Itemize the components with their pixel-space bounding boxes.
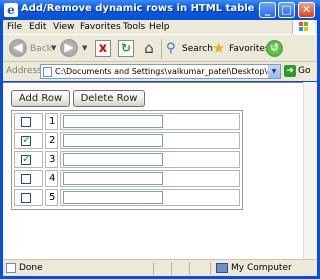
add-row-button[interactable]: Add Row <box>11 90 70 107</box>
row-number: 3 <box>49 154 56 165</box>
address-input[interactable]: C:\Documents and Settings\valkumar_patel… <box>40 64 281 79</box>
table-row: 5 <box>14 188 240 207</box>
row-text-input[interactable] <box>63 153 163 166</box>
toolbar: ◀ Back ▼ ▶ ▼ x ↻ ⌂ ⚲ Search ★ Favorites … <box>3 34 317 62</box>
menu-view[interactable]: View <box>53 22 74 32</box>
row-text-input[interactable] <box>63 172 163 185</box>
stop-icon[interactable]: x <box>95 40 111 57</box>
refresh-icon[interactable]: ↻ <box>118 40 134 57</box>
table-row: 2 <box>14 131 240 150</box>
row-number: 2 <box>49 135 56 146</box>
minimize-button[interactable]: _ <box>259 2 276 18</box>
forward-dropdown-icon[interactable]: ▼ <box>82 44 87 52</box>
status-text: Done <box>19 263 43 273</box>
maximize-button[interactable]: □ <box>278 2 295 18</box>
browser-window: e Add/Remove dynamic rows in HTML table … <box>0 0 320 279</box>
row-number: 1 <box>49 116 56 127</box>
menu-favorites[interactable]: Favorites <box>80 22 121 32</box>
row-text-input[interactable] <box>63 134 163 147</box>
search-label[interactable]: Search <box>182 44 213 54</box>
address-bar: Address C:\Documents and Settings\valkum… <box>3 62 317 81</box>
table-row: 4 <box>14 169 240 188</box>
row-checkbox[interactable] <box>21 117 31 127</box>
address-dropdown-icon[interactable]: ▼ <box>268 65 280 78</box>
security-zone: My Computer <box>231 263 292 273</box>
row-checkbox[interactable] <box>21 152 31 165</box>
row-number: 5 <box>49 192 56 203</box>
row-text-input[interactable] <box>63 115 163 128</box>
forward-arrow-icon[interactable]: ▶ <box>60 39 78 57</box>
page-icon <box>43 67 52 77</box>
row-number: 4 <box>49 173 56 184</box>
title-bar: e Add/Remove dynamic rows in HTML table … <box>0 0 320 20</box>
back-arrow-icon[interactable]: ◀ <box>9 39 27 57</box>
menu-tools[interactable]: Tools <box>123 22 145 32</box>
toolbar-separator <box>161 39 162 59</box>
page-content: Add Row Delete Row 1 2 3 4 <box>3 82 303 259</box>
menu-bar: File Edit View Favorites Tools Help <box>3 20 317 34</box>
row-checkbox[interactable] <box>21 174 31 184</box>
row-checkbox[interactable] <box>21 133 31 146</box>
back-dropdown-icon[interactable]: ▼ <box>51 44 56 52</box>
search-icon[interactable]: ⚲ <box>166 40 182 57</box>
windows-logo-icon <box>292 20 315 34</box>
address-url[interactable]: C:\Documents and Settings\valkumar_patel… <box>55 67 280 76</box>
menu-edit[interactable]: Edit <box>29 22 46 32</box>
close-button[interactable]: ✕ <box>298 2 315 18</box>
status-bar: Done My Computer <box>3 259 317 276</box>
table-row: 1 <box>14 112 240 131</box>
go-arrow-icon[interactable]: ➜ <box>284 65 296 77</box>
window-title: Add/Remove dynamic rows in HTML table - … <box>21 3 261 14</box>
data-table: 1 2 3 4 5 <box>11 110 243 210</box>
vertical-scrollbar[interactable] <box>303 82 317 259</box>
delete-row-button[interactable]: Delete Row <box>73 90 145 107</box>
media-icon[interactable]: ↺ <box>266 40 283 57</box>
back-label[interactable]: Back <box>30 44 52 54</box>
page-done-icon <box>6 263 16 273</box>
address-label: Address <box>6 66 42 76</box>
table-row: 3 <box>14 150 240 169</box>
row-checkbox[interactable] <box>21 193 31 203</box>
computer-icon <box>216 263 228 273</box>
row-text-input[interactable] <box>63 191 163 204</box>
ie-icon: e <box>4 3 18 17</box>
go-button[interactable]: Go <box>298 66 310 76</box>
favorites-label[interactable]: Favorites <box>229 44 270 54</box>
menu-help[interactable]: Help <box>149 22 170 32</box>
menu-file[interactable]: File <box>7 22 22 32</box>
home-icon[interactable]: ⌂ <box>141 40 157 57</box>
favorites-star-icon[interactable]: ★ <box>212 40 228 57</box>
